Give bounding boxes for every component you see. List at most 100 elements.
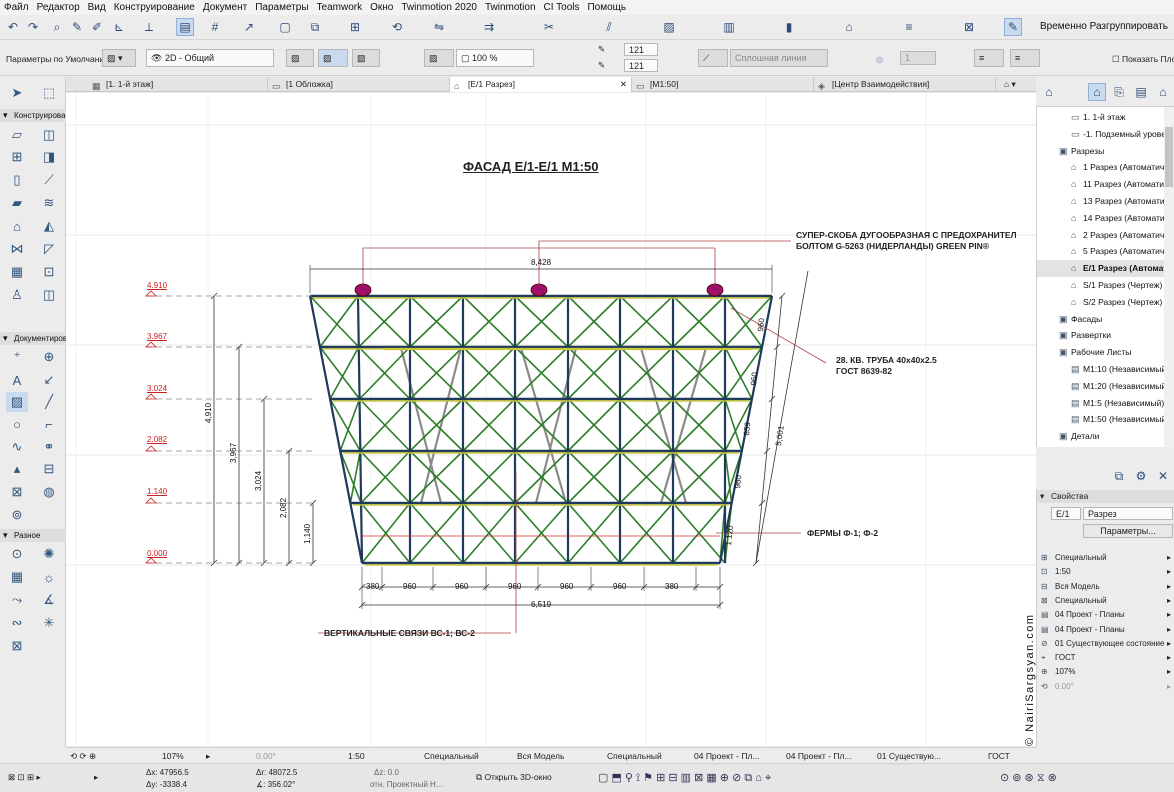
align-icon[interactable]: ⊞	[346, 18, 364, 36]
zoom-value[interactable]: 107%	[162, 751, 184, 761]
ungroup-icon[interactable]: ✎	[1004, 18, 1022, 36]
view-id-field[interactable]: Е/1	[1051, 507, 1081, 520]
property-row[interactable]: ⊞ Специальный ▸	[1041, 551, 1173, 565]
section-construction[interactable]: Конструирование	[0, 109, 66, 122]
navigator-item[interactable]: ▣ Рабочие Листы	[1037, 344, 1165, 361]
elevation-tool-icon[interactable]: ⊠	[6, 482, 28, 502]
door-tool-icon[interactable]: ◫	[38, 125, 60, 145]
zoom-icon[interactable]: ⌕	[48, 18, 66, 36]
beam-tool-icon[interactable]: ⟋	[38, 170, 60, 190]
layout-icon[interactable]: ▢	[276, 18, 294, 36]
zoom-arrow-icon[interactable]: ▸	[206, 751, 210, 762]
mvo-value[interactable]: 04 Проект - Пл...	[694, 751, 760, 761]
column-icon[interactable]: ▮	[780, 18, 798, 36]
menu-item[interactable]: Конструирование	[110, 0, 199, 15]
show-on-plan-checkbox[interactable]: ☐ Показать Пло	[1112, 54, 1174, 65]
snap-arrow-icon[interactable]: ▸	[94, 772, 98, 783]
fill-pattern-button-2[interactable]: ▨	[318, 49, 348, 67]
tab-m150[interactable]: ▭ [M1:50]	[632, 77, 814, 92]
property-row[interactable]: ⌖ ГОСТ ▸	[1041, 651, 1173, 665]
roof-icon[interactable]: ⌂	[840, 18, 858, 36]
guide-icon[interactable]: ⟂	[140, 18, 158, 36]
stair-icon[interactable]: ≡	[900, 18, 918, 36]
spline-tool-icon[interactable]: ∿	[6, 437, 28, 457]
tab-floor-1[interactable]: ▦ [1. 1-й этаж]	[88, 77, 268, 92]
section-misc[interactable]: Разное	[0, 529, 66, 542]
grid-icon[interactable]: #	[206, 18, 224, 36]
dimension-tool-icon[interactable]: ⁺	[6, 347, 28, 367]
wall-tool-icon[interactable]: ▱	[6, 125, 28, 145]
zone-tool-icon[interactable]: ⊡	[38, 262, 60, 282]
drawing-canvas[interactable]: ФАСАД Е/1-Е/1 М1:50 СУПЕР-СКОБА ДУГООБРА…	[66, 93, 1036, 746]
fill-type-button[interactable]: ▨ ▾	[102, 49, 136, 67]
navigator-item[interactable]: ⌂ 1 Разрез (Автоматич	[1037, 159, 1165, 176]
property-row[interactable]: ⊠ Специальный ▸	[1041, 594, 1173, 608]
dimension-standard-value[interactable]: ГОСТ	[988, 751, 1010, 761]
renovation-value[interactable]: 01 Существую...	[877, 751, 941, 761]
navigator-item[interactable]: ⌂ 13 Разрез (Автоматич	[1037, 193, 1165, 210]
snap-icons[interactable]: ⊠ ⊡ ⊞ ▸	[8, 772, 41, 783]
light-tool-icon[interactable]: ✺	[38, 544, 60, 564]
navigator-item[interactable]: ▤ M1:20 (Независимый)	[1037, 378, 1165, 395]
line-tool-icon[interactable]: ╱	[38, 392, 60, 412]
worksheet-tool-icon[interactable]: ⊚	[6, 505, 28, 525]
align-left-button[interactable]: ≡	[974, 49, 1004, 67]
pen-set-value[interactable]: Специальный	[607, 751, 662, 761]
stair-tool-icon[interactable]: ≋	[38, 193, 60, 213]
text-tool-icon[interactable]: A	[6, 370, 28, 390]
tab-menu-button[interactable]: ⌂ ▾	[1000, 77, 1036, 92]
mesh-tool-icon[interactable]: ◸	[38, 239, 60, 259]
window-tool-icon[interactable]: ⊞	[6, 147, 28, 167]
undo-icon[interactable]: ↶	[4, 18, 22, 36]
figure-tool-icon[interactable]: ⤳	[6, 590, 28, 610]
section-documentation[interactable]: Документирование	[0, 332, 66, 345]
pen-field-3[interactable]: 1	[900, 51, 936, 65]
menu-item[interactable]: Редактор	[33, 0, 84, 15]
circle-tool-icon[interactable]: ○	[6, 414, 28, 434]
layer-toggle-icon[interactable]: ▤	[176, 18, 194, 36]
project-map-icon[interactable]: ⌂	[1088, 83, 1106, 101]
navigator-item[interactable]: ⌂ S/1 Разрез (Чертеж)	[1037, 277, 1165, 294]
hatch-button[interactable]: ▨	[424, 49, 454, 67]
property-row[interactable]: ▤ 04 Проект - Планы ▸	[1041, 608, 1173, 622]
eyedropper-icon[interactable]: ✐	[88, 18, 106, 36]
align-right-button[interactable]: ≡	[1010, 49, 1040, 67]
pen-field-1[interactable]: 121	[624, 43, 658, 56]
view-settings-icon[interactable]: ⚙	[1132, 467, 1150, 485]
menu-item[interactable]: Twinmotion 2020	[397, 0, 481, 15]
mirror-icon[interactable]: ⇋	[430, 18, 448, 36]
offset-icon[interactable]: ⇉	[480, 18, 498, 36]
layout-book-icon[interactable]: ▤	[1132, 83, 1150, 101]
slab-tool-icon[interactable]: ▰	[6, 193, 28, 213]
navigator-item[interactable]: ⌂ Е/1 Разрез (Автомати	[1037, 260, 1165, 278]
column-tool-icon[interactable]: ▯	[6, 170, 28, 190]
menu-item[interactable]: Teamwork	[313, 0, 367, 15]
navigator-item[interactable]: ▣ Развертки	[1037, 327, 1165, 344]
lamp-tool-icon[interactable]: ◫	[38, 285, 60, 305]
close-tab-icon[interactable]: ✕	[620, 77, 627, 92]
trim-icon[interactable]: ✂	[540, 18, 558, 36]
fill-tool-icon[interactable]: ▨	[6, 392, 28, 412]
navigator-item[interactable]: ▭-1. Подземный уровень	[1037, 126, 1165, 143]
menu-item[interactable]: CI Tools	[540, 0, 584, 15]
scroll-thumb[interactable]	[1165, 127, 1173, 187]
arrow-icon[interactable]: ↗	[240, 18, 258, 36]
navigator-item[interactable]: ▣ Детали	[1037, 428, 1165, 445]
navigator-item[interactable]: ⌂ 11 Разрез (Автоматич	[1037, 176, 1165, 193]
delete-view-icon[interactable]: ✕	[1154, 467, 1172, 485]
drawing-tool-icon[interactable]: ▴	[6, 459, 28, 479]
menu-item[interactable]: Окно	[366, 0, 397, 15]
layer-combo-value[interactable]: Специальный	[424, 751, 479, 761]
rotate-icon[interactable]: ⟲	[388, 18, 406, 36]
property-row[interactable]: ⟲ 0.00° ▸	[1041, 680, 1173, 694]
menu-item[interactable]: Помощь	[583, 0, 630, 15]
navigator-menu-icon[interactable]: ⌂	[1040, 83, 1058, 101]
image-tool-icon[interactable]: ⊠	[6, 636, 28, 656]
curve-tool-icon[interactable]: ∾	[6, 613, 28, 633]
property-row[interactable]: ⊡ 1:50 ▸	[1041, 565, 1173, 579]
polyline-tool-icon[interactable]: ⌐	[38, 414, 60, 434]
fill-pattern-button-3[interactable]: ▧	[352, 49, 380, 67]
roof-tool-icon[interactable]: ⌂	[6, 216, 28, 236]
navigator-item[interactable]: ▤ M1:10 (Независимый)	[1037, 361, 1165, 378]
view-name-field[interactable]: Разрез	[1083, 507, 1173, 520]
